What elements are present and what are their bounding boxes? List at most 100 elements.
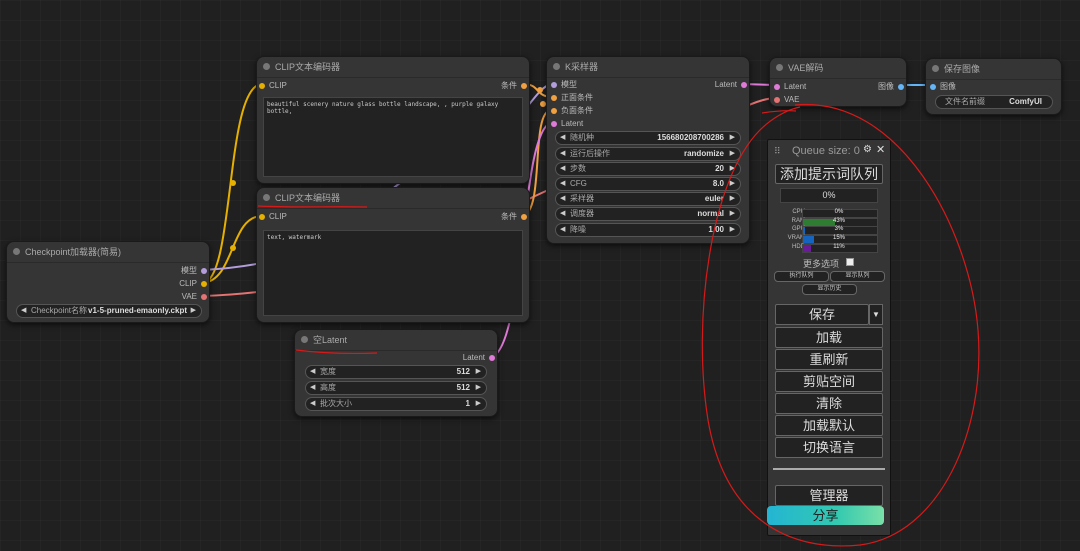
pin-icon[interactable]	[521, 214, 527, 220]
arrow-right-icon[interactable]: ▶	[730, 208, 735, 220]
arrow-left-icon[interactable]: ◀	[560, 208, 565, 220]
arrow-right-icon[interactable]: ▶	[476, 382, 481, 394]
arrow-left-icon[interactable]: ◀	[310, 366, 315, 378]
collapse-dot-icon[interactable]	[553, 63, 560, 70]
pin-icon[interactable]	[521, 83, 527, 89]
manager-button[interactable]: 管理器	[775, 485, 883, 506]
pin-icon[interactable]	[201, 268, 207, 274]
save-workflow-button[interactable]: 保存	[775, 304, 869, 325]
vae-decode-node[interactable]: VAE解码 Latent VAE 图像	[769, 57, 907, 107]
steps-widget[interactable]: ◀ 步数 20 ▶	[555, 162, 741, 176]
pin-icon[interactable]	[741, 82, 747, 88]
clear-button[interactable]: 清除	[775, 393, 883, 414]
pin-icon[interactable]	[259, 83, 265, 89]
collapse-dot-icon[interactable]	[301, 336, 308, 343]
control-after-generate-widget[interactable]: ◀ 运行后操作 randomize ▶	[555, 147, 741, 161]
width-widget[interactable]: ◀ 宽度 512 ▶	[305, 365, 487, 379]
view-history-queue-button[interactable]: 显示队列	[830, 271, 885, 282]
arrow-right-icon[interactable]: ▶	[730, 193, 735, 205]
arrow-left-icon[interactable]: ◀	[560, 148, 565, 160]
pin-icon[interactable]	[774, 84, 780, 90]
pin-icon[interactable]	[774, 97, 780, 103]
sampler-widget[interactable]: ◀ 采样器 euler ▶	[555, 192, 741, 206]
cfg-widget[interactable]: ◀ CFG 8.0 ▶	[555, 177, 741, 191]
arrow-left-icon[interactable]: ◀	[21, 305, 26, 317]
latent-output-slot[interactable]: Latent	[463, 353, 495, 363]
arrow-right-icon[interactable]: ▶	[730, 132, 735, 144]
latent-input-slot[interactable]: Latent	[774, 82, 806, 92]
pin-icon[interactable]	[930, 84, 936, 90]
collapse-dot-icon[interactable]	[776, 64, 783, 71]
negative-input-slot[interactable]: 负面条件	[551, 106, 593, 116]
pin-icon[interactable]	[551, 95, 557, 101]
load-button[interactable]: 加载	[775, 327, 883, 348]
latent-output-slot[interactable]: Latent	[715, 80, 747, 90]
seed-widget[interactable]: ◀ 随机种 156680208700286 ▶	[555, 131, 741, 145]
pin-icon[interactable]	[551, 82, 557, 88]
clip-input-slot[interactable]: CLIP	[259, 212, 287, 222]
arrow-left-icon[interactable]: ◀	[560, 132, 565, 144]
vae-input-slot[interactable]: VAE	[774, 95, 799, 105]
model-output-slot[interactable]: 模型	[181, 266, 207, 276]
arrow-left-icon[interactable]: ◀	[560, 163, 565, 175]
arrow-left-icon[interactable]: ◀	[560, 178, 565, 190]
arrow-right-icon[interactable]: ▶	[730, 178, 735, 190]
clip-output-slot[interactable]: CLIP	[179, 279, 207, 289]
load-default-button[interactable]: 加载默认	[775, 415, 883, 436]
batch-size-widget[interactable]: ◀ 批次大小 1 ▶	[305, 397, 487, 411]
arrow-right-icon[interactable]: ▶	[476, 398, 481, 410]
pin-icon[interactable]	[259, 214, 265, 220]
arrow-right-icon[interactable]: ▶	[476, 366, 481, 378]
prompt-text-area[interactable]: beautiful scenery nature glass bottle la…	[263, 97, 523, 177]
scheduler-widget[interactable]: ◀ 调度器 normal ▶	[555, 207, 741, 221]
latent-input-slot[interactable]: Latent	[551, 119, 583, 129]
collapse-dot-icon[interactable]	[263, 194, 270, 201]
denoise-widget[interactable]: ◀ 降噪 1.00 ▶	[555, 223, 741, 237]
arrow-left-icon[interactable]: ◀	[560, 224, 565, 236]
view-history-button[interactable]: 显示历史	[802, 284, 857, 295]
pin-icon[interactable]	[201, 294, 207, 300]
arrow-right-icon[interactable]: ▶	[730, 148, 735, 160]
vae-output-slot[interactable]: VAE	[182, 292, 207, 302]
clipspace-button[interactable]: 剪贴空间	[775, 371, 883, 392]
ksampler-node[interactable]: K采样器 模型 正面条件 负面条件 Latent Latent ◀ 随机种 1566…	[546, 56, 750, 244]
pin-icon[interactable]	[551, 121, 557, 127]
gear-icon[interactable]: ⚙	[863, 144, 872, 155]
checkpoint-name-combo[interactable]: ◀ Checkpoint名称 v1-5-pruned-emaonly.ckpt …	[16, 304, 202, 318]
conditioning-output-slot[interactable]: 条件	[501, 81, 527, 91]
pin-icon[interactable]	[201, 281, 207, 287]
queue-prompt-button[interactable]: 添加提示词队列	[775, 164, 883, 184]
save-image-node[interactable]: 保存图像 图像 文件名前缀 ComfyUI	[925, 58, 1062, 115]
collapse-dot-icon[interactable]	[13, 248, 20, 255]
clip-input-slot[interactable]: CLIP	[259, 81, 287, 91]
save-dropdown-arrow-icon[interactable]: ▼	[869, 304, 883, 325]
arrow-right-icon[interactable]: ▶	[730, 163, 735, 175]
switch-locale-button[interactable]: 切换语言	[775, 437, 883, 458]
arrow-left-icon[interactable]: ◀	[310, 398, 315, 410]
image-input-slot[interactable]: 图像	[930, 82, 956, 92]
pin-icon[interactable]	[898, 84, 904, 90]
collapse-dot-icon[interactable]	[932, 65, 939, 72]
view-queue-button[interactable]: 执行队列	[774, 271, 829, 282]
positive-input-slot[interactable]: 正面条件	[551, 93, 593, 103]
prompt-text-area[interactable]: text, watermark	[263, 230, 523, 316]
image-output-slot[interactable]: 图像	[878, 82, 904, 92]
clip-text-encode-node-negative[interactable]: CLIP文本编码器 CLIP 条件 text, watermark	[256, 187, 530, 323]
clip-text-encode-node-positive[interactable]: CLIP文本编码器 CLIP 条件 beautiful scenery natu…	[256, 56, 530, 184]
empty-latent-node[interactable]: 空Latent Latent ◀ 宽度 512 ▶ ◀ 高度 512 ▶ ◀ 批次大小 1 ▶	[294, 329, 498, 417]
conditioning-output-slot[interactable]: 条件	[501, 212, 527, 222]
share-button[interactable]: 分享	[767, 506, 884, 525]
arrow-right-icon[interactable]: ▶	[191, 305, 196, 317]
height-widget[interactable]: ◀ 高度 512 ▶	[305, 381, 487, 395]
filename-prefix-widget[interactable]: 文件名前缀 ComfyUI	[935, 95, 1053, 109]
refresh-button[interactable]: 重刷新	[775, 349, 883, 370]
pin-icon[interactable]	[551, 108, 557, 114]
collapse-dot-icon[interactable]	[263, 63, 270, 70]
arrow-left-icon[interactable]: ◀	[310, 382, 315, 394]
model-input-slot[interactable]: 模型	[551, 80, 577, 90]
arrow-right-icon[interactable]: ▶	[730, 224, 735, 236]
checkpoint-loader-node[interactable]: Checkpoint加载器(简易) 模型 CLIP VAE ◀ Checkpoi…	[6, 241, 210, 323]
extra-options-checkbox[interactable]	[846, 258, 854, 266]
pin-icon[interactable]	[489, 355, 495, 361]
drag-handle-icon[interactable]: ⠿	[774, 146, 781, 157]
